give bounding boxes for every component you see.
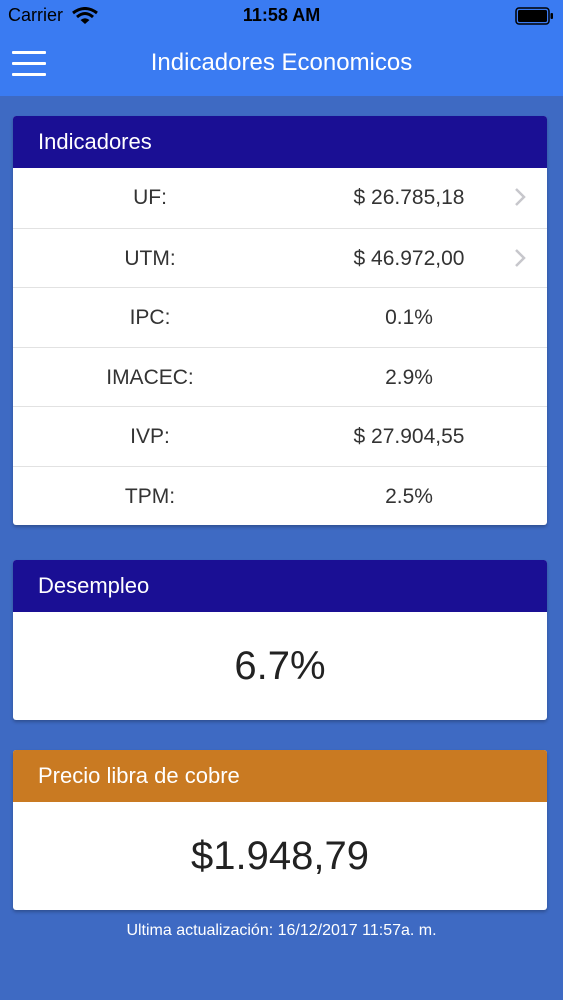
cobre-header: Precio libra de cobre <box>13 750 547 802</box>
nav-bar: Indicadores Economicos <box>0 32 563 96</box>
indicadores-list: UF: $ 26.785,18 UTM: $ 46.972,00 IPC: 0.… <box>13 168 547 525</box>
battery-icon <box>515 7 553 25</box>
last-updated-label: Ultima actualización: 16/12/2017 11:57a.… <box>126 922 437 939</box>
desempleo-card: Desempleo 6.7% <box>13 560 547 720</box>
indicator-value: 0.1% <box>385 306 433 329</box>
page-title: Indicadores Economicos <box>150 49 413 76</box>
indicadores-header: Indicadores <box>13 116 547 168</box>
indicator-label: UTM: <box>124 246 176 270</box>
indicator-label: TPM: <box>124 484 176 508</box>
clock: 11:58 AM <box>242 5 321 25</box>
desempleo-header: Desempleo <box>13 560 547 612</box>
cobre-card: Precio libra de cobre $1.948,79 <box>13 750 547 910</box>
indicator-value: $ 46.972,00 <box>353 246 465 270</box>
indicator-value: $ 26.785,18 <box>353 186 465 209</box>
status-bar: Carrier 11:58 AM <box>0 0 563 32</box>
indicator-label: IPC: <box>129 306 171 329</box>
indicator-row-uf[interactable]: UF: $ 26.785,18 <box>13 168 547 228</box>
indicator-row-ivp[interactable]: IVP: $ 27.904,55 <box>13 406 547 466</box>
indicator-value: $ 27.904,55 <box>353 425 465 448</box>
indicator-label: UF: <box>133 186 167 209</box>
indicator-label: IVP: <box>130 425 170 448</box>
chevron-right-icon <box>515 248 526 267</box>
desempleo-value: 6.7% <box>234 644 326 688</box>
indicator-row-tpm[interactable]: TPM: 2.5% <box>13 465 547 526</box>
cobre-value: $1.948,79 <box>191 834 369 878</box>
indicator-label: IMACEC: <box>106 365 194 389</box>
indicator-row-imacec[interactable]: IMACEC: 2.9% <box>13 346 547 407</box>
indicator-row-ipc[interactable]: IPC: 0.1% <box>13 287 547 347</box>
indicator-value: 2.5% <box>385 484 433 508</box>
chevron-right-icon <box>515 188 526 206</box>
indicator-value: 2.9% <box>385 365 433 389</box>
indicator-row-utm[interactable]: UTM: $ 46.972,00 <box>13 227 547 288</box>
indicadores-card: Indicadores UF: $ 26.785,18 UTM: $ 46.97… <box>13 116 547 525</box>
